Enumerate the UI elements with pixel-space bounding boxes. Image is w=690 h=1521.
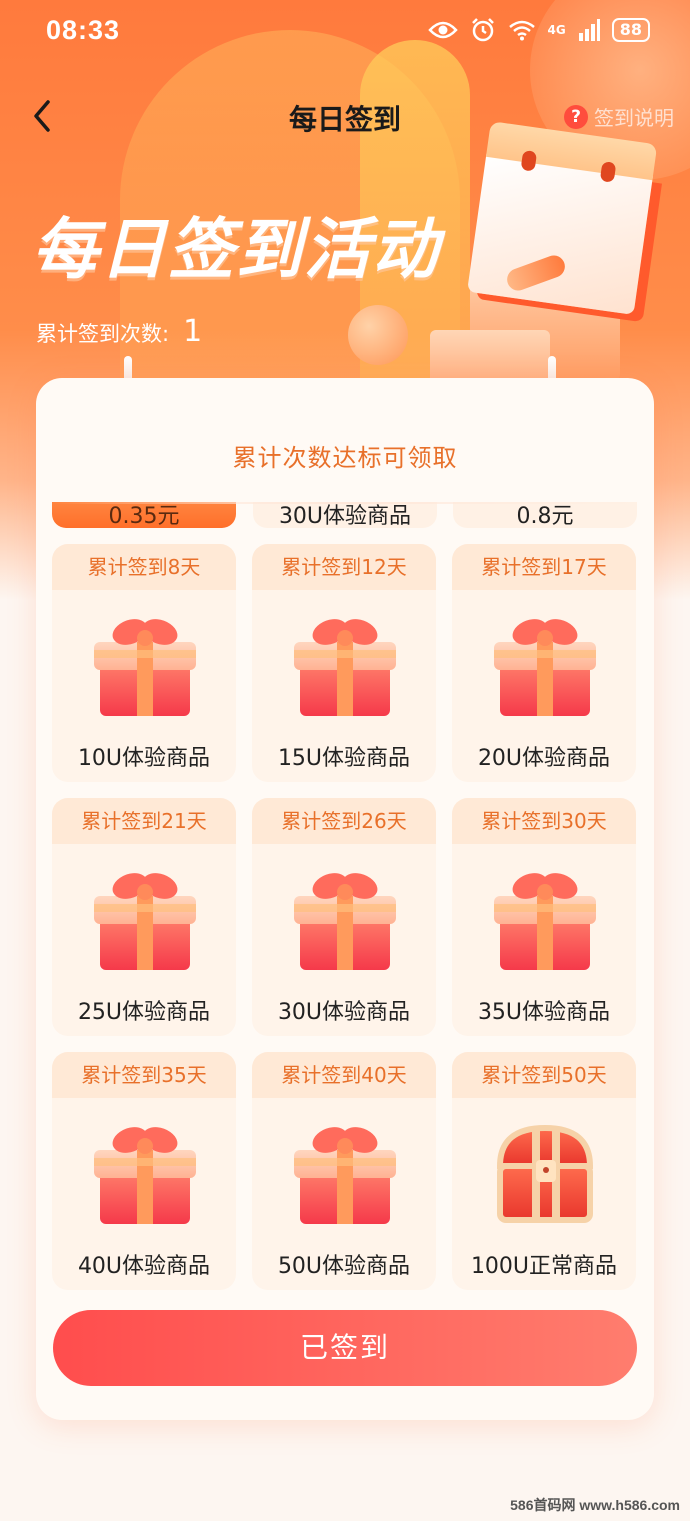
reward-name: 0.35元 — [108, 504, 180, 529]
reward-item[interactable]: 累计签到30天 35U体验商品 — [452, 798, 636, 1036]
streak-label: 累计签到次数: — [36, 322, 170, 346]
signal-icon — [578, 19, 600, 41]
reward-item[interactable]: 0.35元 — [52, 502, 236, 529]
reward-name: 20U体验商品 — [477, 746, 611, 771]
streak-value: 1 — [183, 314, 203, 349]
reward-name: 100U正常商品 — [470, 1254, 618, 1279]
reward-label: 累计签到50天 — [452, 1052, 636, 1098]
reward-label: 累计签到12天 — [252, 544, 436, 590]
reward-name: 25U体验商品 — [77, 1000, 211, 1025]
help-link[interactable]: ? 签到说明 — [564, 102, 674, 131]
status-icons: 4G 88 — [427, 17, 650, 43]
reward-item[interactable]: 累计签到12天 15U体验商品 — [252, 544, 436, 782]
question-icon: ? — [564, 104, 588, 129]
network-type: 4G — [547, 23, 566, 37]
reward-label: 累计签到30天 — [452, 798, 636, 844]
hero-ball-decoration — [348, 305, 408, 365]
reward-item[interactable]: 0.8元 — [453, 502, 637, 529]
reward-name: 10U体验商品 — [77, 746, 211, 771]
gift-box-icon — [92, 612, 198, 720]
gift-box-icon — [292, 866, 398, 974]
wifi-icon — [508, 20, 535, 41]
help-link-label: 签到说明 — [594, 106, 674, 130]
eye-icon — [427, 21, 458, 39]
reward-item[interactable]: 累计签到8天 10U体验商品 — [52, 544, 236, 782]
gift-box-icon — [92, 1120, 198, 1228]
gift-box-icon — [292, 1120, 398, 1228]
status-time: 08:33 — [46, 14, 121, 45]
reward-item[interactable]: 累计签到21天 25U体验商品 — [52, 798, 236, 1036]
reward-name: 0.8元 — [516, 504, 574, 529]
gift-box-icon — [292, 612, 398, 720]
reward-name: 35U体验商品 — [477, 1000, 611, 1025]
treasure-chest-icon — [492, 1120, 598, 1228]
reward-item[interactable]: 累计签到17天 20U体验商品 — [452, 544, 636, 782]
alarm-icon — [471, 18, 494, 42]
reward-name: 50U体验商品 — [277, 1254, 411, 1279]
reward-item[interactable]: 累计签到35天 40U体验商品 — [52, 1052, 236, 1290]
calendar-illustration-icon — [467, 121, 658, 318]
gift-box-icon — [92, 866, 198, 974]
streak-counter: 累计签到次数: 1 — [36, 314, 202, 349]
signed-in-button[interactable]: 已签到 — [53, 1310, 637, 1386]
reward-label: 累计签到40天 — [252, 1052, 436, 1098]
battery-icon: 88 — [611, 18, 650, 42]
nav-bar: 每日签到 ? 签到说明 — [0, 88, 690, 144]
rewards-card: 累计次数达标可领取 0.35元 30U体验商品 0.8元 累计签到8天 10U体… — [36, 378, 654, 1420]
reward-item[interactable]: 累计签到26天 30U体验商品 — [252, 798, 436, 1036]
status-bar: 08:33 4G 88 — [0, 0, 690, 60]
reward-name: 30U体验商品 — [277, 1000, 411, 1025]
gift-box-icon — [492, 612, 598, 720]
card-title: 累计次数达标可领取 — [232, 444, 458, 472]
partial-reward-row: 0.35元 30U体验商品 0.8元 — [52, 502, 638, 530]
reward-label: 累计签到21天 — [52, 798, 236, 844]
watermark: 586首码网 www.h586.com — [510, 1497, 680, 1513]
reward-label: 累计签到26天 — [252, 798, 436, 844]
reward-name: 15U体验商品 — [277, 746, 411, 771]
reward-item[interactable]: 累计签到40天 50U体验商品 — [252, 1052, 436, 1290]
gift-box-icon — [492, 866, 598, 974]
reward-label: 累计签到35天 — [52, 1052, 236, 1098]
reward-name: 30U体验商品 — [278, 504, 412, 529]
reward-label: 累计签到17天 — [452, 544, 636, 590]
reward-name: 40U体验商品 — [77, 1254, 211, 1279]
reward-label: 累计签到8天 — [52, 544, 236, 590]
reward-item[interactable]: 30U体验商品 — [253, 502, 437, 529]
divider — [52, 502, 638, 504]
reward-item[interactable]: 累计签到50天 100U正常商品 — [452, 1052, 636, 1290]
hero-title: 每日签到活动 — [32, 211, 440, 288]
